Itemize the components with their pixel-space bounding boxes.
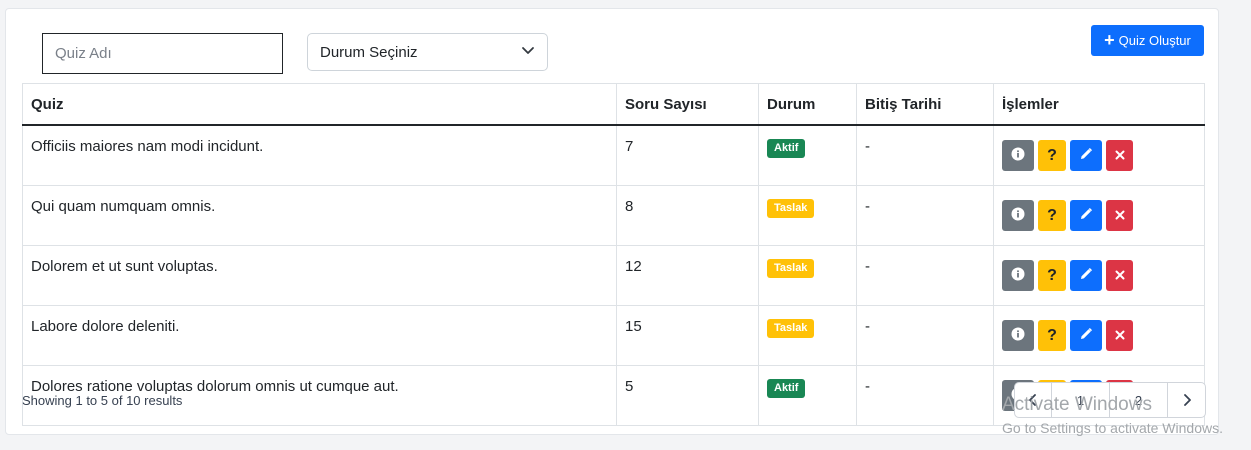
table-row: Dolorem et ut sunt voluptas. 12 Taslak -? [22,245,1205,306]
close-icon [1115,147,1125,164]
questions-button[interactable]: ? [1038,320,1066,351]
pencil-icon [1079,207,1093,225]
status-badge: Taslak [767,259,815,278]
quiz-name-search-input[interactable] [42,33,283,74]
status-badge: Aktif [767,139,806,158]
info-button[interactable] [1002,140,1034,171]
question-count-cell: 12 [616,245,759,306]
windows-activation-watermark: Activate Windows Go to Settings to activ… [1002,394,1223,437]
edit-button[interactable] [1070,140,1102,171]
edit-button[interactable] [1070,320,1102,351]
status-badge: Taslak [767,319,815,338]
edit-button[interactable] [1070,200,1102,231]
end-date-cell: - [856,185,994,246]
actions-cell: ? [993,245,1205,306]
end-date-cell: - [856,365,994,426]
info-button[interactable] [1002,200,1034,231]
edit-button[interactable] [1070,260,1102,291]
close-icon [1115,267,1125,284]
create-quiz-label: Quiz Oluştur [1118,33,1191,48]
plus-icon: + [1104,29,1115,50]
end-date-cell: - [856,245,994,306]
table-row: Qui quam numquam omnis. 8 Taslak -? [22,185,1205,246]
results-summary: Showing 1 to 5 of 10 results [22,393,183,408]
quiz-name-cell: Dolorem et ut sunt voluptas. [22,245,617,306]
status-select[interactable]: Durum Seçiniz [307,33,548,71]
actions-cell: ? [993,305,1205,366]
info-icon [1011,267,1025,285]
quiz-table: Quiz Soru Sayısı Durum Bitiş Tarihi İşle… [22,83,1205,426]
status-cell: Aktif [758,365,857,426]
info-button[interactable] [1002,260,1034,291]
info-icon [1011,147,1025,165]
delete-button[interactable] [1106,260,1133,291]
create-quiz-button[interactable]: + Quiz Oluştur [1091,25,1204,56]
delete-button[interactable] [1106,320,1133,351]
status-badge: Aktif [767,379,806,398]
quiz-list-card: Durum Seçiniz + Quiz Oluştur Quiz Soru S… [5,8,1219,435]
end-date-cell: - [856,124,994,186]
question-mark-icon: ? [1047,326,1057,344]
question-count-cell: 5 [616,365,759,426]
end-date-cell: - [856,305,994,366]
actions-cell: ? [993,124,1205,186]
table-row: Labore dolore deleniti. 15 Taslak -? [22,305,1205,366]
delete-button[interactable] [1106,200,1133,231]
pencil-icon [1079,147,1093,165]
info-button[interactable] [1002,320,1034,351]
close-icon [1115,327,1125,344]
status-cell: Taslak [758,185,857,246]
close-icon [1115,207,1125,224]
status-cell: Taslak [758,245,857,306]
table-row: Officiis maiores nam modi incidunt. 7 Akti… [22,124,1205,186]
info-icon [1011,207,1025,225]
header-status: Durum [758,83,857,126]
question-count-cell: 7 [616,124,759,186]
watermark-title: Activate Windows [1002,394,1152,415]
quiz-name-cell: Qui quam numquam omnis. [22,185,617,246]
header-quiz: Quiz [22,83,617,126]
pencil-icon [1079,267,1093,285]
header-end-date: Bitiş Tarihi [856,83,994,126]
delete-button[interactable] [1106,140,1133,171]
question-mark-icon: ? [1047,146,1057,164]
status-cell: Taslak [758,305,857,366]
chevron-down-icon [521,43,535,61]
question-count-cell: 8 [616,185,759,246]
questions-button[interactable]: ? [1038,260,1066,291]
header-actions: İşlemler [993,83,1205,126]
info-icon [1011,327,1025,345]
status-badge: Taslak [767,199,815,218]
status-select-value: Durum Seçiniz [320,43,418,61]
table-header-row: Quiz Soru Sayısı Durum Bitiş Tarihi İşle… [22,83,1205,126]
status-cell: Aktif [758,124,857,186]
questions-button[interactable]: ? [1038,200,1066,231]
header-question-count: Soru Sayısı [616,83,759,126]
quiz-name-cell: Labore dolore deleniti. [22,305,617,366]
pencil-icon [1079,327,1093,345]
actions-cell: ? [993,185,1205,246]
quiz-name-cell: Officiis maiores nam modi incidunt. [22,124,617,186]
question-mark-icon: ? [1047,266,1057,284]
question-mark-icon: ? [1047,206,1057,224]
watermark-subtitle: Go to Settings to activate Windows. [1002,420,1223,436]
questions-button[interactable]: ? [1038,140,1066,171]
question-count-cell: 15 [616,305,759,366]
